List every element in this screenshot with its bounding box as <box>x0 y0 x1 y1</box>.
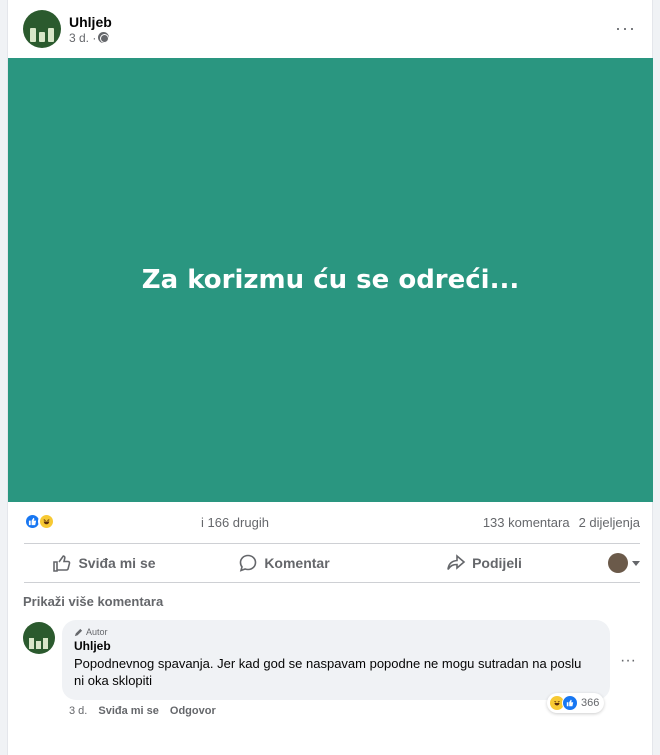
share-button[interactable]: Podijeli <box>384 546 584 580</box>
comment-button[interactable]: Komentar <box>184 546 384 580</box>
comments-count[interactable]: 133 komentara <box>483 515 570 530</box>
like-reaction-icon <box>562 695 578 711</box>
shares-count[interactable]: 2 dijeljenja <box>579 515 640 530</box>
share-label: Podijeli <box>472 555 522 571</box>
post-actions: Sviđa mi se Komentar Podijeli <box>24 546 640 580</box>
comment-reaction-count: 366 <box>581 697 600 709</box>
comment-author[interactable]: Uhljeb <box>74 639 598 653</box>
user-avatar <box>608 553 628 573</box>
post-author-name[interactable]: Uhljeb <box>69 14 112 30</box>
comment-time[interactable]: 3 d. <box>69 705 87 717</box>
comment-bubble-icon <box>240 554 257 572</box>
reactions-others[interactable]: i 166 drugih <box>201 515 269 530</box>
post-meta: 3 d. · <box>69 31 112 45</box>
divider <box>24 582 640 583</box>
comment-options-button[interactable]: ··· <box>620 652 636 670</box>
post-stats: i 166 drugih 133 komentara 2 dijeljenja <box>24 513 640 533</box>
divider <box>24 543 640 544</box>
comment-reply-button[interactable]: Odgovor <box>170 705 216 717</box>
author-badge-label: Autor <box>86 627 108 637</box>
like-label: Sviđa mi se <box>78 555 156 571</box>
like-button[interactable]: Sviđa mi se <box>24 546 184 580</box>
commenter-avatar[interactable] <box>23 622 55 654</box>
post-card: Uhljeb 3 d. · ··· Za korizmu ću se odreć… <box>7 0 653 755</box>
author-badge: Autor <box>74 627 598 637</box>
comment-text: Popodnevnog spavanja. Jer kad god se nas… <box>74 656 582 688</box>
comment-like-button[interactable]: Sviđa mi se <box>98 705 159 717</box>
show-more-comments-link[interactable]: Prikaži više komentara <box>23 594 163 609</box>
page-avatar[interactable] <box>23 10 61 48</box>
share-arrow-icon <box>447 554 466 570</box>
post-header: Uhljeb 3 d. · <box>23 9 112 49</box>
post-time[interactable]: 3 d. · <box>69 31 96 45</box>
reaction-icons[interactable] <box>24 513 55 530</box>
post-counts: 133 komentara 2 dijeljenja <box>483 515 640 530</box>
comment-footer: 3 d. Sviđa mi se Odgovor <box>69 705 216 717</box>
caret-down-icon <box>632 560 640 566</box>
post-author-block: Uhljeb 3 d. · <box>69 14 112 45</box>
post-text-image[interactable]: Za korizmu ću se odreći... <box>8 58 653 502</box>
globe-icon <box>98 32 110 43</box>
comment-bubble: Autor Uhljeb Popodnevnog spavanja. Jer k… <box>62 620 610 700</box>
react-as-selector[interactable] <box>584 546 640 580</box>
post-image-text: Za korizmu ću se odreći... <box>141 265 520 295</box>
pencil-icon <box>74 628 83 636</box>
comment-reactions[interactable]: 366 <box>547 693 605 713</box>
comment-label: Komentar <box>264 555 330 571</box>
thumbs-up-icon <box>53 555 71 572</box>
post-options-button[interactable]: ··· <box>615 18 636 39</box>
haha-reaction-icon <box>38 513 55 530</box>
